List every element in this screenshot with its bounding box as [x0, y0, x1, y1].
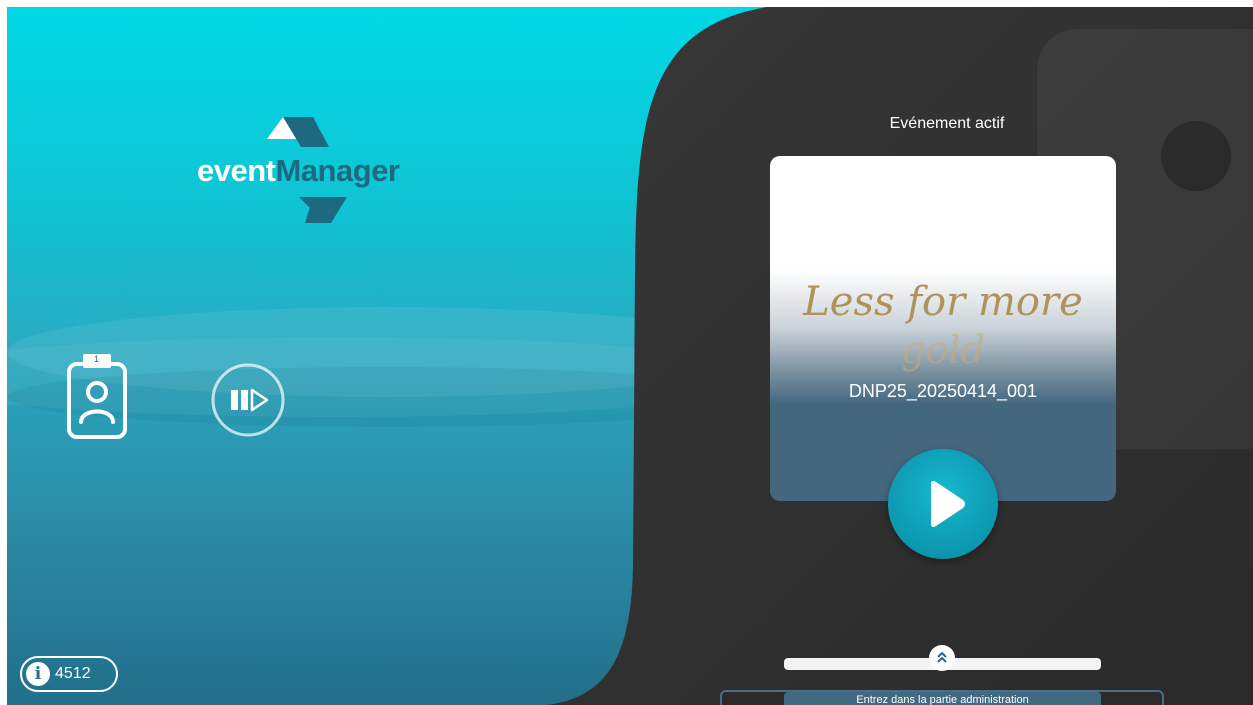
logo-word-manager: Manager	[275, 153, 400, 188]
info-icon: i	[26, 662, 50, 686]
event-code: DNP25_20250414_001	[848, 381, 1038, 401]
play-pause-button[interactable]	[210, 362, 286, 438]
chevron-double-up-icon	[937, 651, 947, 663]
event-manager-logo: eventManager	[197, 117, 457, 232]
badge-number: 1	[94, 354, 100, 364]
camera-lens-icon	[1157, 117, 1235, 195]
admin-slider-handle[interactable]	[929, 645, 955, 671]
info-pill[interactable]: i 4512	[20, 656, 118, 692]
start-event-button[interactable]	[888, 449, 998, 559]
event-title: Evénement actif	[889, 115, 1005, 132]
play-pause-icon	[211, 363, 285, 437]
logo-text: eventManager	[197, 153, 400, 189]
card-script-line1: Less for more	[803, 279, 1083, 325]
info-value: 4512	[55, 665, 91, 682]
badge-button[interactable]: 1	[65, 352, 129, 440]
card-script-line2: gold	[901, 328, 985, 372]
admin-label[interactable]: Entrez dans la partie administration	[784, 692, 1101, 705]
screen: eventManager 1 i 4512 Evénement actif Le…	[7, 7, 1253, 705]
badge-icon	[67, 354, 127, 439]
play-icon	[931, 480, 965, 528]
logo-word-event: event	[197, 153, 276, 188]
